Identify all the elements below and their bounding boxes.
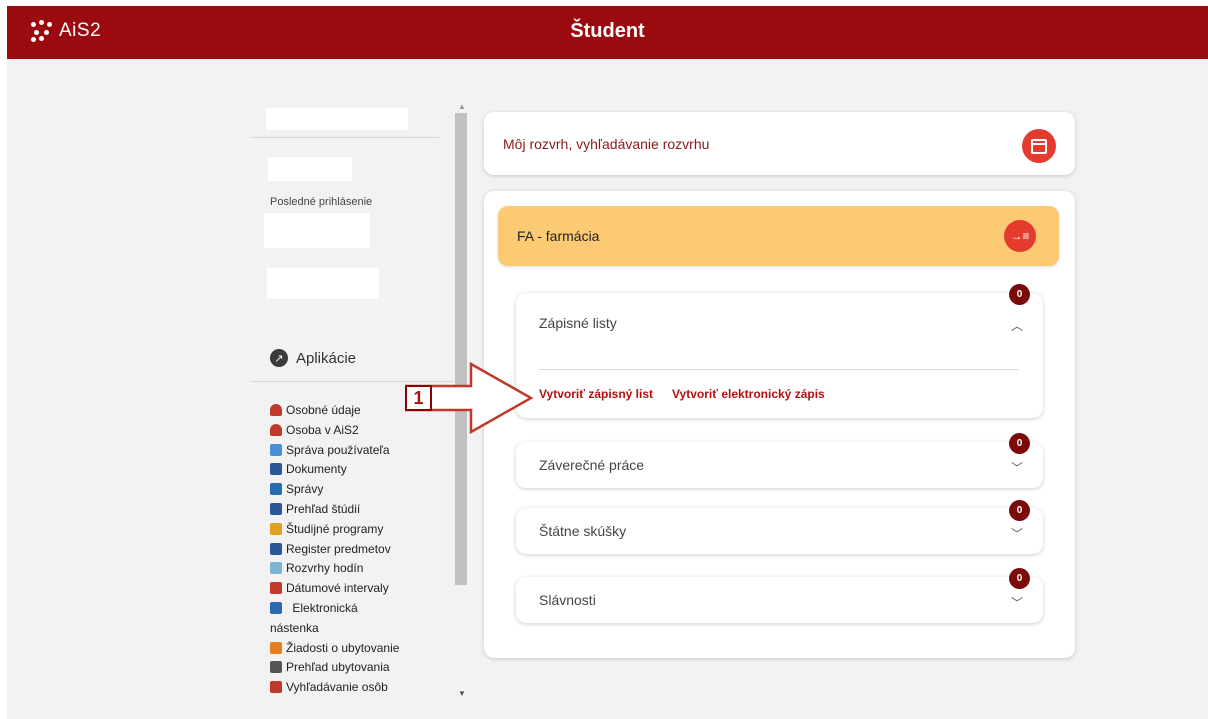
app-item-studijne-programy[interactable]: Študijné programy xyxy=(258,520,453,540)
chevron-down-icon[interactable]: ﹀ xyxy=(1011,594,1023,611)
annotation-number: 1 xyxy=(405,385,432,411)
user-extra-placeholder xyxy=(267,268,379,299)
header-bar: AiS2 Študent xyxy=(7,6,1208,59)
count-badge: 0 xyxy=(1009,500,1030,521)
scroll-up-icon[interactable]: ▲ xyxy=(458,102,466,111)
chevron-up-icon[interactable]: ︿ xyxy=(1011,317,1023,334)
person-icon xyxy=(270,423,282,436)
last-login-value xyxy=(264,213,370,248)
timetable-icon xyxy=(270,562,282,575)
app-item-vyhladavanie-osob[interactable]: Vyhľadávanie osôb xyxy=(258,678,453,698)
section-title: Záverečné práce xyxy=(539,457,645,473)
scrollbar-thumb[interactable] xyxy=(455,113,467,585)
apps-heading: ↗ Aplikácie xyxy=(270,349,356,367)
section-slavnosti[interactable]: Slávnosti ﹀ xyxy=(516,577,1043,623)
user-info-placeholder xyxy=(268,157,352,181)
person-icon xyxy=(270,404,282,416)
app-title: Študent xyxy=(570,20,645,42)
external-link-icon: ↗ xyxy=(270,349,288,367)
section-title: Štátne skúšky xyxy=(539,523,627,539)
register-icon xyxy=(270,542,282,555)
app-item-register-predmetov[interactable]: Register predmetov xyxy=(258,540,453,560)
grid-icon xyxy=(270,661,282,674)
app-item-prehlad-ubytovania[interactable]: Prehľad ubytovania xyxy=(258,658,453,678)
create-electronic-enrollment-link[interactable]: Vytvoriť elektronický zápis xyxy=(672,387,825,401)
app-item-prehlad-studii[interactable]: Prehľad štúdií xyxy=(258,500,453,520)
app-item-spravy[interactable]: Správy xyxy=(258,480,453,500)
app-item-ziadosti-o-ubytovanie[interactable]: Žiadosti o ubytovanie xyxy=(258,639,453,659)
person-search-icon xyxy=(270,681,282,694)
apps-list: Osobné údaje Osoba v AiS2 Správa používa… xyxy=(258,401,453,698)
message-icon xyxy=(270,483,282,496)
program-menu-button[interactable]: →≡ xyxy=(1004,220,1036,252)
create-enrollment-sheet-link[interactable]: Vytvoriť zápisný list xyxy=(539,387,653,401)
document-icon xyxy=(270,463,282,476)
count-badge: 0 xyxy=(1009,568,1030,589)
section-title: Slávnosti xyxy=(539,592,596,608)
section-zapisne-listy: Zápisné listy ︿ Vytvoriť zápisný list Vy… xyxy=(516,293,1043,418)
board-icon xyxy=(270,601,282,614)
app-item-elektronicka-nastenka[interactable]: Elektronická nástenka xyxy=(258,599,408,639)
users-tree-icon xyxy=(270,443,282,456)
app-item-rozvrhy-hodin[interactable]: Rozvrhy hodín xyxy=(258,559,453,579)
schedule-link[interactable]: Môj rozvrh, vyhľadávanie rozvrhu xyxy=(503,136,709,152)
list-icon xyxy=(270,522,282,535)
section-divider xyxy=(539,369,1019,370)
schedule-button[interactable] xyxy=(1022,129,1056,163)
app-item-dokumenty[interactable]: Dokumenty xyxy=(258,460,453,480)
calendar-icon xyxy=(270,582,282,595)
count-badge: 0 xyxy=(1009,284,1030,305)
sidebar-divider xyxy=(251,137,439,138)
section-title[interactable]: Zápisné listy xyxy=(539,315,617,331)
program-header[interactable]: FA - farmácia →≡ xyxy=(498,206,1059,266)
user-name-placeholder xyxy=(266,108,408,130)
studies-icon xyxy=(270,502,282,515)
section-statne-skusky[interactable]: Štátne skúšky ﹀ xyxy=(516,508,1043,554)
section-zaverecne-prace[interactable]: Záverečné práce ﹀ xyxy=(516,442,1043,488)
chevron-down-icon[interactable]: ﹀ xyxy=(1011,525,1023,542)
last-login-label: Posledné prihlásenie xyxy=(270,196,373,208)
app-item-sprava-pouzivatela[interactable]: Správa používateľa xyxy=(258,441,453,461)
chevron-down-icon[interactable]: ﹀ xyxy=(1011,459,1023,476)
count-badge: 0 xyxy=(1009,433,1030,454)
calendar-icon xyxy=(1031,138,1047,154)
schedule-card[interactable]: Môj rozvrh, vyhľadávanie rozvrhu xyxy=(484,112,1075,175)
study-card: FA - farmácia →≡ Zápisné listy ︿ Vytvori… xyxy=(484,191,1075,658)
program-label: FA - farmácia xyxy=(517,228,600,244)
arrow-list-icon: →≡ xyxy=(1010,229,1030,243)
app-item-datumove-intervaly[interactable]: Dátumové intervaly xyxy=(258,579,453,599)
scroll-down-icon[interactable]: ▼ xyxy=(458,689,466,698)
accommodation-request-icon xyxy=(270,641,282,654)
